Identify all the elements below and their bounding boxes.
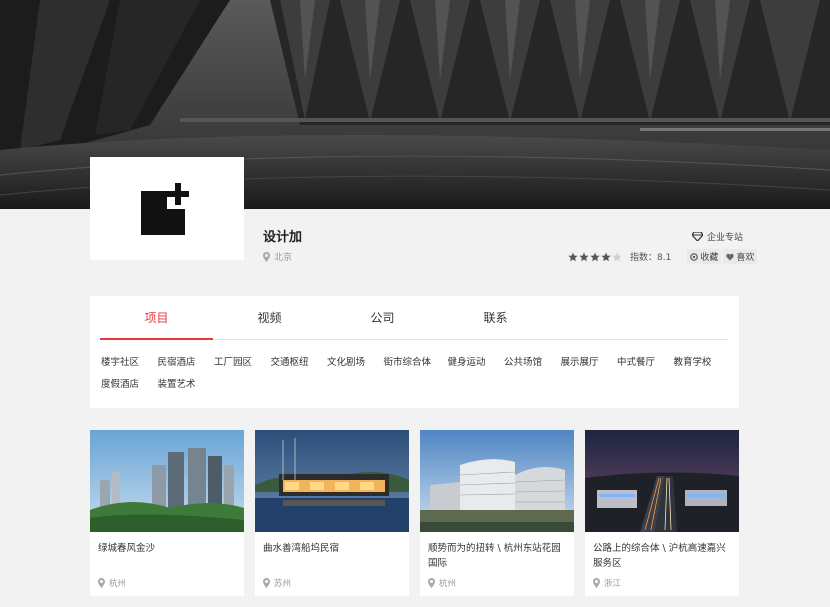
- star-filled-icon: [579, 252, 589, 261]
- project-card[interactable]: 绿城春风金沙 杭州: [90, 430, 244, 596]
- location-pin-icon: [428, 578, 435, 588]
- project-thumbnail[interactable]: [420, 430, 574, 532]
- category-item[interactable]: 教育学校: [674, 356, 731, 369]
- category-item[interactable]: 文化剧场: [327, 356, 384, 369]
- diamond-icon: [692, 232, 703, 241]
- company-logo: [90, 157, 244, 260]
- star-filled-icon: [590, 252, 600, 261]
- category-item[interactable]: 民宿酒店: [158, 356, 215, 369]
- tab-bar: 项目 视频 公司 联系: [100, 296, 728, 340]
- company-name: 设计加: [263, 230, 303, 245]
- project-card[interactable]: 曲水善湾船坞民宿 苏州: [255, 430, 409, 596]
- category-item[interactable]: 工厂园区: [214, 356, 271, 369]
- project-title[interactable]: 绿城春风金沙: [98, 541, 240, 556]
- company-location-text: 北京: [274, 253, 293, 263]
- rating-stars: [568, 252, 622, 262]
- project-title[interactable]: 顺势而为的扭转 \ 杭州东站花园国际: [428, 541, 570, 571]
- favorite-label: 收藏: [700, 253, 719, 263]
- project-card[interactable]: 顺势而为的扭转 \ 杭州东站花园国际 杭州: [420, 430, 574, 596]
- project-thumbnail[interactable]: [90, 430, 244, 532]
- category-item[interactable]: 公共场馆: [504, 356, 561, 369]
- tab-company[interactable]: 公司: [326, 296, 439, 339]
- project-title[interactable]: 公路上的综合体 \ 沪杭高速嘉兴服务区: [593, 541, 735, 571]
- location-pin-icon: [593, 578, 600, 588]
- project-location: 苏州: [263, 577, 291, 589]
- project-location-text: 浙江: [604, 579, 622, 589]
- category-item[interactable]: 展示展厅: [561, 356, 618, 369]
- project-location: 浙江: [593, 577, 621, 589]
- project-location: 杭州: [428, 577, 456, 589]
- project-location: 杭州: [98, 577, 126, 589]
- favorite-button[interactable]: 收藏: [687, 249, 722, 264]
- location-pin-icon: [263, 251, 270, 262]
- project-card[interactable]: 公路上的综合体 \ 沪杭高速嘉兴服务区 浙江: [585, 430, 739, 596]
- tab-projects[interactable]: 项目: [100, 296, 213, 340]
- company-location: 北京: [263, 250, 292, 263]
- category-panel: 项目 视频 公司 联系 楼宇社区 民宿酒店 工厂园区 交通枢纽 文化剧场 街市综…: [90, 296, 739, 408]
- tab-contact[interactable]: 联系: [439, 296, 552, 339]
- location-pin-icon: [98, 578, 105, 588]
- rating-score: 指数：8.1: [630, 253, 672, 263]
- project-location-text: 杭州: [439, 579, 457, 589]
- category-item[interactable]: 度假酒店: [101, 378, 158, 391]
- like-label: 喜欢: [736, 253, 755, 263]
- project-thumbnail[interactable]: [585, 430, 739, 532]
- category-item[interactable]: 中式餐厅: [617, 356, 674, 369]
- project-title[interactable]: 曲水善湾船坞民宿: [263, 541, 405, 556]
- location-pin-icon: [263, 578, 270, 588]
- star-filled-icon: [601, 252, 611, 261]
- enterprise-badge-label: 企业专站: [707, 233, 744, 243]
- rating-row: 指数：8.1 收藏 喜欢: [568, 249, 758, 264]
- category-item[interactable]: 街市综合体: [384, 356, 448, 369]
- category-item[interactable]: 健身运动: [448, 356, 505, 369]
- like-button[interactable]: 喜欢: [723, 249, 758, 264]
- project-location-text: 杭州: [109, 579, 127, 589]
- category-item[interactable]: 楼宇社区: [101, 356, 158, 369]
- category-item[interactable]: 交通枢纽: [271, 356, 328, 369]
- enterprise-badge[interactable]: 企业专站: [692, 230, 743, 243]
- category-list: 楼宇社区 民宿酒店 工厂园区 交通枢纽 文化剧场 街市综合体 健身运动 公共场馆…: [101, 356, 731, 391]
- design-plus-logo-icon: [141, 182, 189, 235]
- favorite-circle-icon: [690, 252, 699, 261]
- star-filled-icon: [568, 252, 578, 261]
- category-item[interactable]: 装置艺术: [158, 378, 215, 391]
- star-empty-icon: [612, 252, 622, 261]
- tab-videos[interactable]: 视频: [213, 296, 326, 339]
- project-thumbnail[interactable]: [255, 430, 409, 532]
- heart-icon: [726, 253, 734, 260]
- project-location-text: 苏州: [274, 579, 292, 589]
